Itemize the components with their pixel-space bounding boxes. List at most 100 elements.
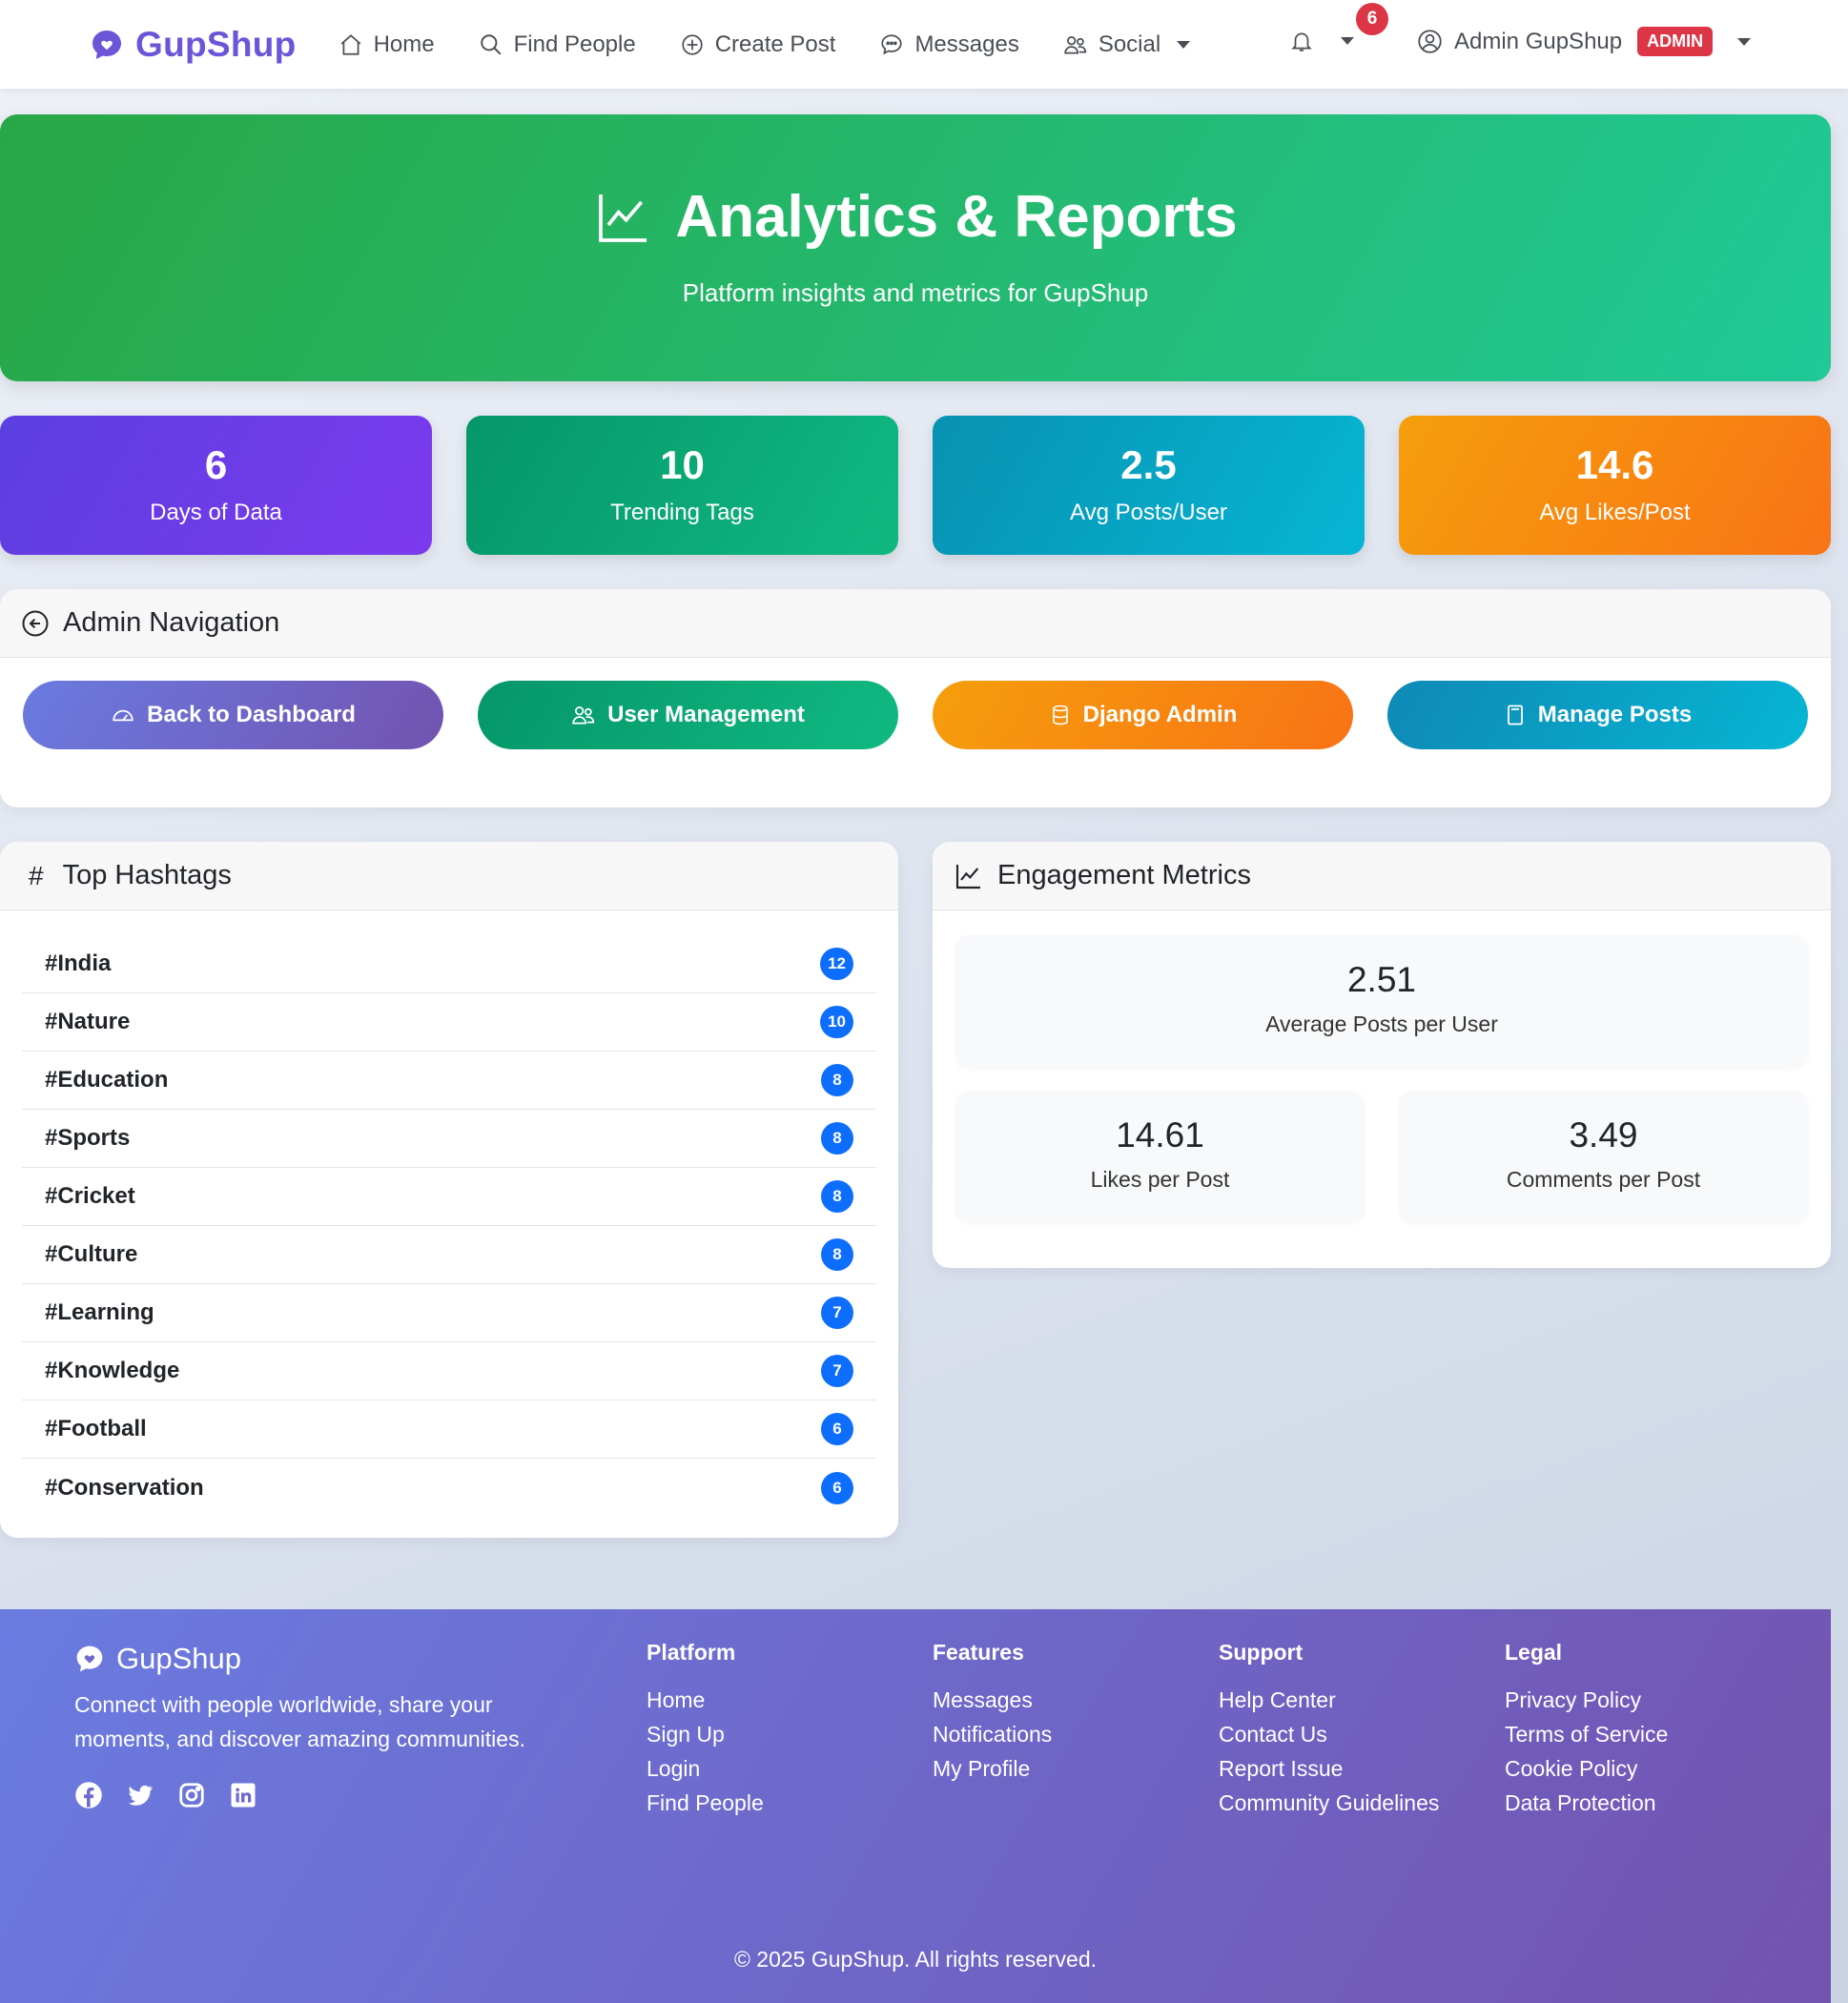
linkedin-icon[interactable] xyxy=(229,1781,257,1809)
top-hashtags-card: # Top Hashtags #India 12 #Nature 10 #Educa… xyxy=(0,842,898,1538)
stat-value: 10 xyxy=(660,442,705,487)
footer-column-features: Features Messages Notifications My Profi… xyxy=(933,1640,1052,1786)
footer-link[interactable]: Home xyxy=(647,1683,764,1717)
home-icon xyxy=(340,33,360,55)
button-label: Manage Posts xyxy=(1537,702,1693,727)
nav-social-dropdown[interactable]: Social xyxy=(1063,31,1191,58)
nav-messages-label: Messages xyxy=(914,31,1019,57)
metric-label: Likes per Post xyxy=(1090,1167,1230,1192)
bell-icon xyxy=(1291,32,1312,51)
nav-create-post-label: Create Post xyxy=(714,31,836,57)
manage-posts-button[interactable]: Manage Posts xyxy=(1387,681,1808,749)
database-icon xyxy=(1052,705,1068,726)
nav-home[interactable]: Home xyxy=(339,31,435,58)
hashtag-count-badge: 6 xyxy=(821,1413,853,1445)
back-to-dashboard-button[interactable]: Back to Dashboard xyxy=(23,681,443,749)
hashtag-count-badge: 12 xyxy=(820,948,853,980)
people-icon xyxy=(572,706,595,725)
navbar: GupShup Home Find People Create Post Mes… xyxy=(0,0,1848,89)
chevron-down-icon xyxy=(1341,37,1354,45)
footer-link[interactable]: Find People xyxy=(647,1786,764,1820)
hashtag-row[interactable]: #India 12 xyxy=(22,935,876,993)
hashtag-count-badge: 7 xyxy=(821,1297,853,1329)
footer-link[interactable]: Messages xyxy=(933,1683,1052,1717)
footer-link[interactable]: Notifications xyxy=(933,1717,1052,1751)
footer-column-legal: Legal Privacy Policy Terms of Service Co… xyxy=(1505,1640,1668,1820)
hero-banner: Analytics & Reports Platform insights an… xyxy=(0,114,1831,381)
footer-link[interactable]: Privacy Policy xyxy=(1505,1683,1668,1717)
notifications-dropdown[interactable]: 6 xyxy=(1289,3,1388,53)
footer-column-title: Support xyxy=(1219,1640,1304,1665)
engagement-metrics-card: Engagement Metrics 2.51 Average Posts pe… xyxy=(933,842,1831,1268)
people-icon xyxy=(1064,35,1086,54)
footer: GupShup Connect with people worldwide, s… xyxy=(0,1609,1831,2003)
hashtag-row[interactable]: #Education 8 xyxy=(22,1052,876,1110)
hashtag-row[interactable]: #Football 6 xyxy=(22,1400,876,1459)
hashtag-name: #Culture xyxy=(45,1241,138,1267)
stat-value: 14.6 xyxy=(1575,442,1654,487)
chevron-down-icon xyxy=(1737,37,1752,46)
footer-link[interactable]: Data Protection xyxy=(1505,1786,1668,1820)
footer-link[interactable]: My Profile xyxy=(933,1751,1052,1786)
graph-up-icon xyxy=(599,194,647,242)
hashtag-row[interactable]: #Conservation 6 xyxy=(22,1459,876,1517)
stat-card-trending-tags: 10 Trending Tags xyxy=(466,416,898,555)
metric-likes-per-post: 14.61 Likes per Post xyxy=(955,1091,1365,1222)
user-management-button[interactable]: User Management xyxy=(478,681,898,749)
button-label: Back to Dashboard xyxy=(147,702,356,727)
footer-link[interactable]: Cookie Policy xyxy=(1505,1751,1668,1786)
footer-column-platform: Platform Home Sign Up Login Find People xyxy=(647,1640,764,1820)
stat-label: Avg Posts/User xyxy=(1070,500,1227,525)
footer-link[interactable]: Terms of Service xyxy=(1505,1717,1668,1751)
notification-count-badge: 6 xyxy=(1356,3,1388,35)
nav-find-people[interactable]: Find People xyxy=(479,31,636,58)
hashtag-row[interactable]: #Knowledge 7 xyxy=(22,1342,876,1400)
admin-navigation-card: Admin Navigation Back to Dashboard User … xyxy=(0,589,1831,807)
footer-link[interactable]: Report Issue xyxy=(1219,1751,1439,1786)
hashtag-row[interactable]: #Sports 8 xyxy=(22,1110,876,1168)
speedometer-icon xyxy=(113,709,133,722)
instagram-icon[interactable] xyxy=(177,1781,206,1809)
hashtag-name: #Cricket xyxy=(45,1183,135,1209)
nav-messages[interactable]: Messages xyxy=(879,31,1019,58)
footer-link[interactable]: Login xyxy=(647,1751,764,1786)
copyright: © 2025 GupShup. All rights reserved. xyxy=(733,1947,1098,1972)
metric-value: 2.51 xyxy=(1346,960,1416,999)
hashtag-count-badge: 8 xyxy=(821,1238,853,1271)
hashtag-list: #India 12 #Nature 10 #Education 8 #Sports 8 … xyxy=(22,935,876,1517)
stat-card-avg-likes: 14.6 Avg Likes/Post xyxy=(1399,416,1831,555)
hashtag-row[interactable]: #Nature 10 xyxy=(22,993,876,1052)
page-subtitle: Platform insights and metrics for GupShu… xyxy=(682,278,1149,307)
chat-bubble-logo-icon xyxy=(92,30,121,59)
engagement-metrics-title: Engagement Metrics xyxy=(997,860,1251,890)
footer-link[interactable]: Help Center xyxy=(1219,1683,1439,1717)
hashtag-count-badge: 8 xyxy=(821,1180,853,1213)
hashtag-row[interactable]: #Cricket 8 xyxy=(22,1168,876,1226)
hashtag-count-badge: 8 xyxy=(821,1064,853,1096)
footer-column-title: Platform xyxy=(647,1640,736,1665)
hashtag-name: #Conservation xyxy=(45,1474,204,1501)
footer-link[interactable]: Contact Us xyxy=(1219,1717,1439,1751)
button-label: User Management xyxy=(607,702,805,727)
facebook-icon[interactable] xyxy=(74,1781,103,1809)
hashtag-count-badge: 7 xyxy=(821,1355,853,1387)
footer-column-title: Legal xyxy=(1505,1640,1563,1665)
hashtag-row[interactable]: #Learning 7 xyxy=(22,1284,876,1342)
nav-create-post[interactable]: Create Post xyxy=(680,31,836,58)
hashtag-row[interactable]: #Culture 8 xyxy=(22,1226,876,1284)
hashtag-name: #Knowledge xyxy=(45,1358,180,1383)
footer-link[interactable]: Community Guidelines xyxy=(1219,1786,1439,1820)
brand-link[interactable]: GupShup xyxy=(90,25,297,65)
top-hashtags-title: Top Hashtags xyxy=(62,860,232,890)
button-label: Django Admin xyxy=(1082,702,1238,727)
footer-link[interactable]: Sign Up xyxy=(647,1717,764,1751)
admin-role-badge: ADMIN xyxy=(1637,27,1714,56)
twitter-icon[interactable] xyxy=(126,1781,154,1809)
django-admin-button[interactable]: Django Admin xyxy=(933,681,1353,749)
stat-label: Days of Data xyxy=(150,500,282,525)
hashtag-name: #Education xyxy=(45,1067,169,1093)
user-menu-dropdown[interactable]: Admin GupShup ADMIN xyxy=(1417,27,1752,56)
engagement-metrics-header: Engagement Metrics xyxy=(933,842,1831,910)
hashtag-name: #Sports xyxy=(45,1125,131,1151)
hashtag-count-badge: 8 xyxy=(821,1122,853,1155)
